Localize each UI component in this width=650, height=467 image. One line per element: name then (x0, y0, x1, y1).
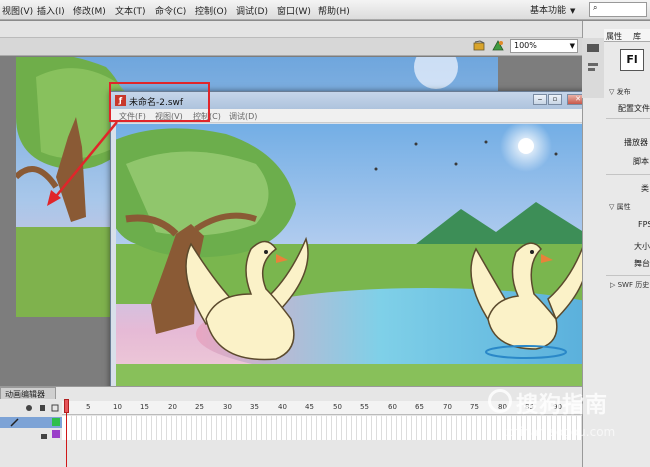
maximize-button[interactable]: ▫ (548, 94, 562, 105)
swf-history-section-header[interactable]: ▷ SWF 历史 (610, 280, 649, 290)
frame-number: 20 (168, 403, 177, 411)
align-icon[interactable] (586, 62, 600, 74)
frame-number: 25 (195, 403, 204, 411)
fl-document-icon: Fl (620, 49, 644, 71)
frame-number: 30 (223, 403, 232, 411)
tab-properties[interactable]: 属性 (606, 31, 622, 42)
highlight-annotation (109, 82, 210, 122)
menu-control[interactable]: 控制(O) (195, 4, 227, 17)
playhead-handle[interactable] (64, 399, 69, 413)
tab-motion-editor-label: 动画编辑器 (5, 390, 45, 399)
menu-text[interactable]: 文本(T) (115, 4, 146, 17)
frame-number: 65 (415, 403, 424, 411)
edit-symbol-icon[interactable] (473, 40, 486, 51)
minimize-icon: ‒ (537, 95, 543, 103)
chevron-down-icon: ▼ (569, 42, 575, 50)
watermark-url: zhinan.sogou.com (506, 425, 616, 439)
menu-help[interactable]: 帮助(H) (318, 4, 350, 17)
script-label: 脚本 (633, 157, 649, 166)
swf-menu-debug[interactable]: 调试(D) (229, 111, 257, 122)
stage-label: 舞台 (634, 259, 650, 268)
layer-row[interactable] (0, 429, 62, 440)
menu-view[interactable]: 视图(V) (2, 4, 33, 17)
frame-number: 15 (140, 403, 149, 411)
layer-color-icon (52, 418, 60, 426)
playhead[interactable] (64, 399, 69, 467)
tab-motion-editor[interactable]: 动画编辑器 (0, 387, 56, 399)
close-icon: ✕ (575, 95, 581, 103)
watermark-text: 搜狗指南 (516, 393, 609, 418)
playhead-line (66, 413, 67, 467)
menu-bar: 视图(V) 插入(I) 修改(M) 文本(T) 命令(C) 控制(O) 调试(D… (0, 0, 650, 20)
chevron-down-icon: ▼ (570, 7, 576, 15)
layer-row-selected[interactable] (0, 417, 62, 428)
side-toolbar (582, 38, 604, 98)
frame-number: 10 (113, 403, 122, 411)
maximize-icon: ▫ (552, 95, 558, 103)
menu-modify[interactable]: 修改(M) (73, 4, 106, 17)
layer-color-icon (52, 430, 60, 438)
frame-grid[interactable] (62, 416, 582, 440)
sogou-logo-icon (488, 389, 512, 413)
lock-icon (41, 434, 47, 439)
document-tab-bar (0, 21, 650, 38)
fl-badge-text: Fl (626, 53, 638, 66)
arrow-annotation-icon (47, 121, 118, 206)
class-label: 类 (641, 184, 649, 193)
swan-lake-illustration (116, 124, 590, 400)
tab-library[interactable]: 库 (633, 31, 641, 42)
workspace-label: 基本功能 (530, 6, 567, 16)
layer-visibility-icons[interactable] (24, 403, 62, 413)
menu-window[interactable]: 窗口(W) (277, 4, 311, 17)
search-icon: ⌕ (593, 3, 598, 12)
frame-number: 70 (443, 403, 452, 411)
properties-section-header[interactable]: ▽ 属性 (609, 202, 631, 212)
divider (606, 174, 650, 175)
frame-number: 50 (333, 403, 342, 411)
menu-commands[interactable]: 命令(C) (155, 4, 186, 17)
edit-scene-icon[interactable] (492, 40, 505, 51)
size-label: 大小 (634, 242, 650, 251)
frame-number: 75 (470, 403, 479, 411)
frame-number: 5 (86, 403, 91, 411)
properties-section-label: 属性 (616, 203, 631, 211)
publish-section-header[interactable]: ▽ 发布 (609, 87, 631, 97)
frame-number: 60 (388, 403, 397, 411)
zoom-value: 100% (514, 41, 537, 50)
publish-profile-label: 配置文件 (618, 104, 650, 113)
minimize-button[interactable]: ‒ (533, 94, 547, 105)
fps-label: FPS (638, 220, 650, 229)
swf-history-label: SWF 历史 (617, 281, 650, 289)
search-input[interactable]: ⌕ (589, 2, 647, 17)
swf-player-window: ƒ 未命名-2.swf ‒ ▫ ✕ 文件(F) 视图(V) 控制(C) 调试(D… (110, 91, 596, 405)
zoom-select[interactable]: 100% ▼ (510, 39, 578, 53)
divider (606, 275, 650, 276)
pencil-icon (10, 418, 19, 427)
menu-debug[interactable]: 调试(D) (236, 4, 268, 17)
player-label: 播放器 (624, 138, 648, 147)
menu-insert[interactable]: 插入(I) (37, 4, 65, 17)
color-icon[interactable] (586, 42, 600, 54)
frame-number: 35 (250, 403, 259, 411)
publish-section-label: 发布 (616, 88, 631, 96)
frame-number: 40 (278, 403, 287, 411)
workspace-switcher[interactable]: 基本功能 ▼ (530, 3, 575, 16)
frame-number: 55 (360, 403, 369, 411)
swf-movie-canvas (116, 124, 590, 400)
divider (606, 118, 650, 119)
frame-number: 45 (305, 403, 314, 411)
